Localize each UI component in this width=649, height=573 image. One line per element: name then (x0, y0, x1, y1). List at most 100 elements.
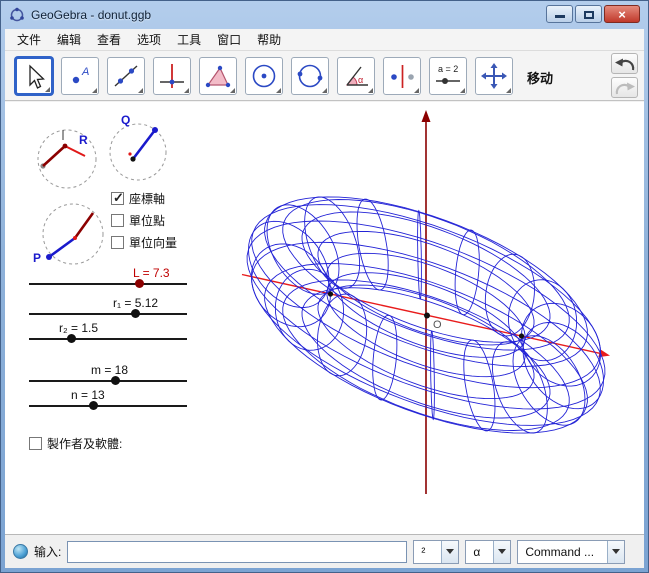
checkbox-unit-point-label: 單位點 (129, 212, 165, 229)
origin-point[interactable] (424, 313, 430, 319)
rotor-widget-p: P (33, 204, 103, 265)
tool-dropdown-arrow-icon[interactable] (368, 88, 373, 93)
menu-tools[interactable]: 工具 (169, 28, 209, 51)
chevron-down-icon (612, 549, 620, 554)
checkbox-unit-vector[interactable]: 單位向量 (111, 234, 177, 251)
checkbox-unit-vector-label: 單位向量 (129, 234, 177, 251)
menu-file[interactable]: 文件 (9, 28, 49, 51)
tool-dropdown-arrow-icon[interactable] (414, 88, 419, 93)
angle-tool-button[interactable]: α (337, 57, 375, 95)
maximize-button[interactable] (575, 5, 602, 23)
greek-letter-dropdown[interactable]: α (465, 540, 511, 564)
z-axis-arrow-icon (422, 110, 431, 122)
graphics-view[interactable]: R Q P (5, 102, 644, 534)
undo-icon (613, 56, 637, 72)
tool-dropdown-arrow-icon[interactable] (276, 88, 281, 93)
superscript-dropdown-value: ² (414, 541, 441, 563)
torus-inner-point-right[interactable] (519, 333, 524, 338)
point-q[interactable] (152, 127, 158, 133)
tool-dropdown-arrow-icon[interactable] (460, 88, 465, 93)
tool-dropdown-arrow-icon[interactable] (322, 88, 327, 93)
circle-tool-button[interactable] (245, 57, 283, 95)
dropdown-arrow-button[interactable] (441, 541, 458, 563)
checkbox-axes-label: 座標軸 (129, 190, 165, 207)
geogebra-window: GeoGebra - donut.ggb × 文件 编辑 查看 选项 工具 窗口… (0, 0, 649, 573)
tool-dropdown-arrow-icon[interactable] (92, 88, 97, 93)
svg-text:α: α (358, 75, 363, 85)
dropdown-arrow-button[interactable] (607, 541, 624, 563)
reflect-tool-button[interactable] (383, 57, 421, 95)
slider-n-label: n = 13 (71, 388, 105, 402)
torus-inner-point-left[interactable] (328, 291, 333, 296)
menu-options[interactable]: 选项 (129, 28, 169, 51)
rotor-widget-q: Q (110, 113, 166, 180)
slider-m-label: m = 18 (91, 363, 128, 377)
slider-tool-button[interactable]: a = 2 (429, 57, 467, 95)
checkbox-axes[interactable]: 座標軸 (111, 190, 165, 207)
redo-icon (613, 80, 637, 96)
slider-m: m = 18 (29, 363, 189, 389)
undo-button[interactable] (611, 53, 638, 74)
superscript-dropdown[interactable]: ² (413, 540, 459, 564)
command-dropdown-value: Command ... (518, 541, 607, 563)
toolbar: A (5, 51, 644, 101)
checkbox-axes-box (111, 192, 124, 205)
point-label-p: P (33, 251, 41, 265)
checkbox-unit-point[interactable]: 單位點 (111, 212, 165, 229)
circle-icon (249, 61, 279, 91)
point-tool-button[interactable]: A (61, 57, 99, 95)
slider-L-track[interactable] (29, 283, 187, 285)
slider-m-track[interactable] (29, 380, 187, 382)
slider-r2-label: r₂ = 1.5 (59, 321, 98, 335)
checkbox-author-info[interactable]: 製作者及軟體: (29, 435, 122, 452)
move-tool-button[interactable] (15, 57, 53, 95)
slider-r1-knob[interactable] (131, 309, 140, 318)
slider-n-track[interactable] (29, 405, 187, 407)
perpendicular-line-icon (157, 61, 187, 91)
slider-r2-knob[interactable] (67, 334, 76, 343)
line-tool-button[interactable] (107, 57, 145, 95)
input-help-icon[interactable] (13, 544, 28, 559)
input-label: 输入: (34, 543, 61, 560)
close-button[interactable]: × (604, 5, 640, 23)
point-icon: A (65, 61, 95, 91)
window-title: GeoGebra - donut.ggb (31, 8, 151, 22)
slider-m-knob[interactable] (111, 376, 120, 385)
redo-button[interactable] (611, 77, 638, 98)
reflect-icon (387, 61, 417, 91)
slider-r1-track[interactable] (29, 313, 187, 315)
polygon-tool-button[interactable] (199, 57, 237, 95)
svg-text:A: A (81, 66, 89, 78)
command-dropdown[interactable]: Command ... (517, 540, 625, 564)
tool-dropdown-arrow-icon[interactable] (184, 88, 189, 93)
window-content: 文件 编辑 查看 选项 工具 窗口 帮助 A (5, 29, 644, 568)
tool-dropdown-arrow-icon[interactable] (506, 88, 511, 93)
slider-r2: r₂ = 1.5 (29, 321, 189, 347)
slider-r1: r₁ = 5.12 (29, 296, 189, 322)
dropdown-arrow-button[interactable] (493, 541, 510, 563)
titlebar: GeoGebra - donut.ggb × (1, 1, 648, 29)
menu-view[interactable]: 查看 (89, 28, 129, 51)
tool-dropdown-arrow-icon[interactable] (138, 88, 143, 93)
menu-window[interactable]: 窗口 (209, 28, 249, 51)
slider-icon: a = 2 (433, 61, 463, 91)
slider-n-knob[interactable] (89, 401, 98, 410)
conic-tool-button[interactable] (291, 57, 329, 95)
perpendicular-line-tool-button[interactable] (153, 57, 191, 95)
minimize-button[interactable] (546, 5, 573, 23)
slider-r1-label: r₁ = 5.12 (113, 296, 158, 310)
chevron-down-icon (498, 549, 506, 554)
minimize-icon (555, 15, 565, 18)
move-graphics-view-tool-button[interactable] (475, 57, 513, 95)
tool-mode-label: 移动 (527, 68, 553, 87)
tool-dropdown-arrow-icon[interactable] (230, 88, 235, 93)
command-input[interactable] (67, 541, 407, 563)
slider-r2-track[interactable] (29, 338, 187, 340)
menu-bar: 文件 编辑 查看 选项 工具 窗口 帮助 (5, 29, 644, 51)
point-p[interactable] (46, 254, 52, 260)
tool-dropdown-arrow-icon[interactable] (45, 87, 50, 92)
menu-help[interactable]: 帮助 (249, 28, 289, 51)
checkbox-author-info-label: 製作者及軟體: (47, 435, 122, 452)
menu-edit[interactable]: 编辑 (49, 28, 89, 51)
slider-L-knob[interactable] (135, 279, 144, 288)
